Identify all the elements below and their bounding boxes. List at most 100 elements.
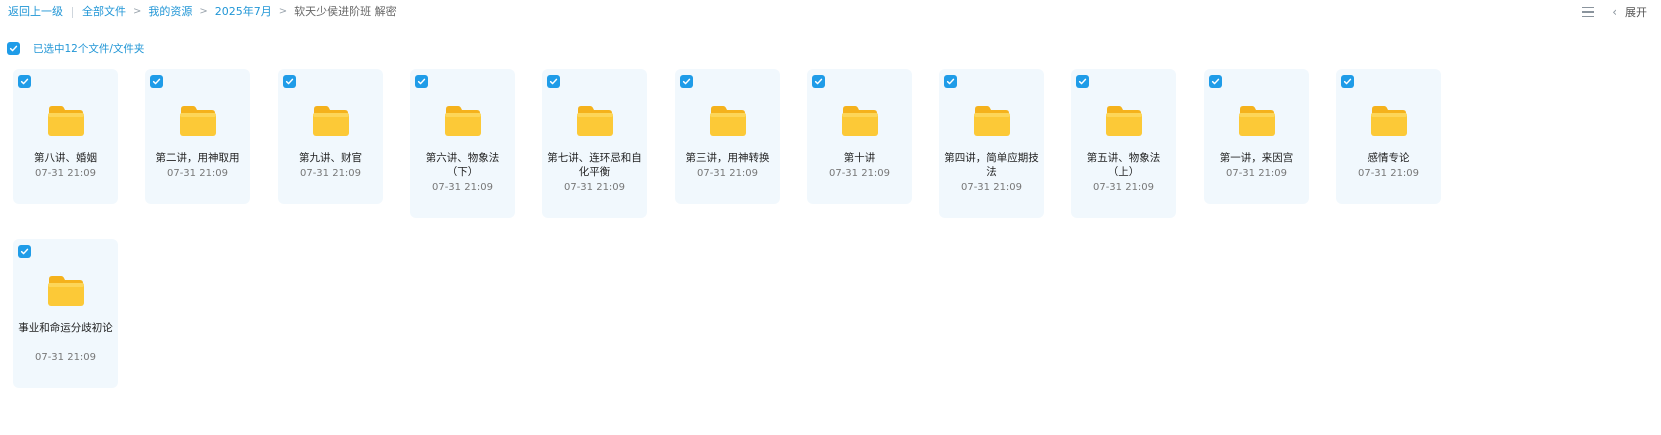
- folder-icon: [842, 106, 878, 136]
- chevron-right-icon: >: [133, 6, 142, 17]
- folder-checkbox[interactable]: [680, 75, 693, 88]
- selection-count: 已选中12个文件/文件夹: [33, 43, 145, 55]
- check-icon: [9, 45, 18, 52]
- folder-date: 07-31 21:09: [563, 182, 626, 193]
- folder-name: 第九讲、财官: [299, 152, 362, 164]
- folder-name: 第一讲，来因宫: [1219, 152, 1294, 164]
- folder-checkbox[interactable]: [944, 75, 957, 88]
- check-icon: [946, 78, 955, 85]
- folder-icon: [47, 103, 85, 137]
- breadcrumb-divider: [72, 6, 73, 18]
- folder-checkbox[interactable]: [415, 75, 428, 88]
- folder-card[interactable]: 第十讲 07-31 21:09: [807, 69, 912, 204]
- folder-date: 07-31 21:09: [1225, 168, 1288, 179]
- folder-name: 事业和命运分歧初论: [18, 322, 113, 334]
- folder-checkbox[interactable]: [150, 75, 163, 88]
- folder-card[interactable]: 第七讲、连环忌和自化平衡 07-31 21:09: [542, 69, 647, 218]
- folder-card[interactable]: 第九讲、财官 07-31 21:09: [278, 69, 383, 204]
- folder-card[interactable]: 第二讲，用神取用 07-31 21:09: [145, 69, 250, 204]
- folder-icon: [974, 106, 1010, 136]
- back-link[interactable]: 返回上一级: [8, 5, 63, 19]
- folder-icon: [48, 276, 84, 306]
- view-tools: ‹ 展开: [1582, 4, 1647, 20]
- folder-icon: [1239, 106, 1275, 136]
- breadcrumb-current: 软天少侯进阶班 解密: [294, 5, 397, 18]
- folder-card[interactable]: 第一讲，来因宫 07-31 21:09: [1204, 69, 1309, 204]
- folder-name: 第八讲、婚姻: [34, 152, 97, 164]
- folder-checkbox[interactable]: [812, 75, 825, 88]
- folder-icon: [576, 103, 614, 137]
- folder-icon: [312, 103, 350, 137]
- folder-icon: [1371, 106, 1407, 136]
- folder-checkbox[interactable]: [18, 245, 31, 258]
- breadcrumb-month[interactable]: 2025年7月: [215, 5, 272, 19]
- folder-name: 第六讲、物象法（下）: [425, 152, 500, 178]
- folder-icon: [841, 103, 879, 137]
- folder-date: 07-31 21:09: [299, 168, 362, 179]
- folder-icon: [48, 106, 84, 136]
- folder-icon: [444, 103, 482, 137]
- check-icon: [682, 78, 691, 85]
- folder-icon: [445, 106, 481, 136]
- folder-card[interactable]: 事业和命运分歧初论 07-31 21:09: [13, 239, 118, 388]
- breadcrumb: 返回上一级 全部文件 > 我的资源 > 2025年7月 > 软天少侯进阶班 解密: [8, 5, 397, 19]
- folder-checkbox[interactable]: [18, 75, 31, 88]
- folder-card[interactable]: 第五讲、物象法（上） 07-31 21:09: [1071, 69, 1176, 218]
- check-icon: [1211, 78, 1220, 85]
- folder-icon: [1238, 103, 1276, 137]
- top-bar: 返回上一级 全部文件 > 我的资源 > 2025年7月 > 软天少侯进阶班 解密…: [0, 0, 1661, 24]
- folder-icon: [1370, 103, 1408, 137]
- folder-date: 07-31 21:09: [34, 352, 97, 363]
- folder-date: 07-31 21:09: [1092, 182, 1155, 193]
- check-icon: [20, 78, 29, 85]
- folder-date: 07-31 21:09: [828, 168, 891, 179]
- check-icon: [417, 78, 426, 85]
- folder-checkbox[interactable]: [283, 75, 296, 88]
- folder-card[interactable]: 第四讲，简单应期技法 07-31 21:09: [939, 69, 1044, 218]
- folder-icon: [47, 273, 85, 307]
- folder-checkbox[interactable]: [1209, 75, 1222, 88]
- folder-name: 第三讲，用神转换: [685, 152, 770, 164]
- folder-card[interactable]: 第三讲，用神转换 07-31 21:09: [675, 69, 780, 204]
- folder-icon: [973, 103, 1011, 137]
- expand-label: 展开: [1625, 6, 1647, 19]
- select-all-checkbox[interactable]: [7, 42, 20, 55]
- folder-name: 第十讲: [843, 152, 876, 164]
- folder-icon: [710, 106, 746, 136]
- folder-date: 07-31 21:09: [431, 182, 494, 193]
- folder-checkbox[interactable]: [547, 75, 560, 88]
- folder-checkbox[interactable]: [1341, 75, 1354, 88]
- folder-icon: [1105, 103, 1143, 137]
- check-icon: [1078, 78, 1087, 85]
- folder-date: 07-31 21:09: [1357, 168, 1420, 179]
- folder-icon: [313, 106, 349, 136]
- folder-name: 第五讲、物象法（上）: [1086, 152, 1161, 178]
- breadcrumb-all-files[interactable]: 全部文件: [82, 5, 126, 19]
- folder-icon: [179, 103, 217, 137]
- check-icon: [814, 78, 823, 85]
- list-view-icon[interactable]: [1582, 6, 1595, 18]
- folder-icon: [577, 106, 613, 136]
- expand-button[interactable]: ‹ 展开: [1612, 4, 1647, 20]
- folder-name: 第二讲，用神取用: [155, 152, 240, 164]
- check-icon: [1343, 78, 1352, 85]
- folder-icon: [1106, 106, 1142, 136]
- folder-icon: [709, 103, 747, 137]
- folder-date: 07-31 21:09: [34, 168, 97, 179]
- folder-date: 07-31 21:09: [960, 182, 1023, 193]
- folder-name: 感情专论: [1367, 152, 1410, 164]
- folder-name: 第七讲、连环忌和自化平衡: [547, 152, 642, 178]
- folder-checkbox[interactable]: [1076, 75, 1089, 88]
- folder-card[interactable]: 感情专论 07-31 21:09: [1336, 69, 1441, 204]
- folder-icon: [180, 106, 216, 136]
- chevron-right-icon: >: [278, 6, 288, 17]
- folder-card[interactable]: 第六讲、物象法（下） 07-31 21:09: [410, 69, 515, 218]
- folder-date: 07-31 21:09: [166, 168, 229, 179]
- chevron-left-icon: ‹: [1612, 5, 1617, 19]
- breadcrumb-my-resources[interactable]: 我的资源: [148, 5, 192, 19]
- check-icon: [549, 78, 558, 85]
- folder-date: 07-31 21:09: [696, 168, 759, 179]
- check-icon: [20, 248, 29, 255]
- check-icon: [152, 78, 161, 85]
- folder-card[interactable]: 第八讲、婚姻 07-31 21:09: [13, 69, 118, 204]
